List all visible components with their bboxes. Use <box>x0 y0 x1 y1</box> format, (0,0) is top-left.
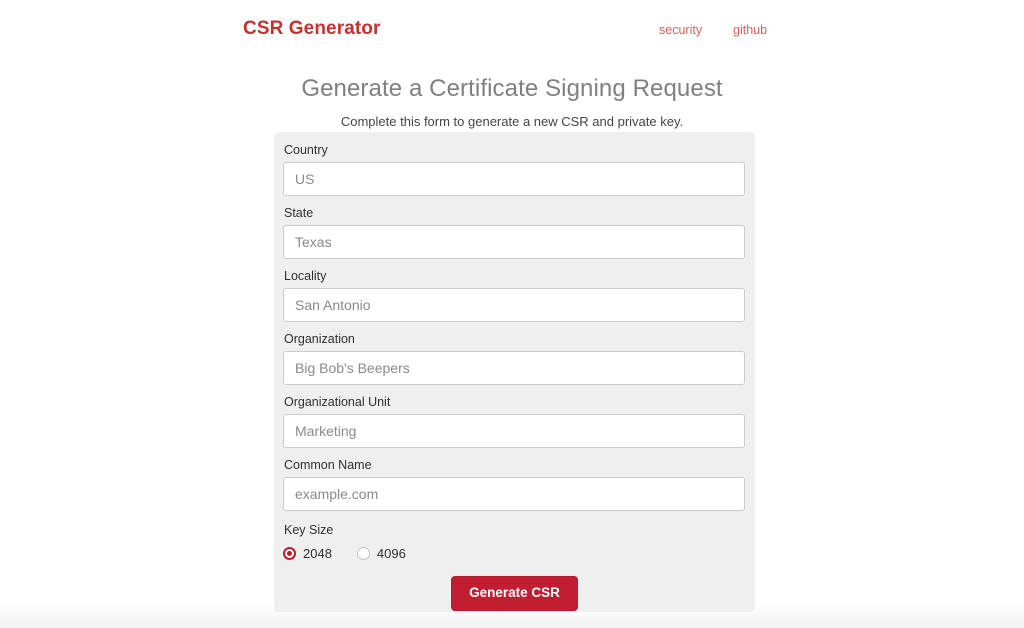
radio-selected-icon[interactable] <box>283 546 296 560</box>
nav-links: security github <box>645 22 845 42</box>
radio-key-size-2048[interactable]: 2048 <box>283 545 332 562</box>
radio-unselected-icon[interactable] <box>356 546 370 560</box>
radio-label-4096: 4096 <box>376 545 406 561</box>
input-common-name[interactable] <box>283 477 745 511</box>
label-locality: Locality <box>284 269 327 283</box>
field-group-organization: Organization <box>283 331 746 385</box>
label-country: Country <box>284 143 328 157</box>
label-state: State <box>284 206 314 220</box>
field-group-state: State <box>283 205 746 259</box>
input-locality[interactable] <box>283 288 745 322</box>
label-organization: Organization <box>284 332 355 346</box>
nav-link-security[interactable]: security <box>659 22 702 38</box>
navbar: CSR Generator security github <box>0 0 1024 58</box>
label-key-size: Key Size <box>284 523 334 537</box>
input-organizational-unit[interactable] <box>283 414 745 448</box>
submit-row: Generate CSR <box>283 576 746 611</box>
field-group-locality: Locality <box>283 268 746 322</box>
generate-csr-button[interactable]: Generate CSR <box>451 576 578 611</box>
brand-link[interactable]: CSR Generator <box>243 17 381 41</box>
label-common-name: Common Name <box>284 458 372 472</box>
nav-link-github[interactable]: github <box>733 22 767 38</box>
radio-key-size-4096[interactable]: 4096 <box>356 545 406 562</box>
input-country[interactable] <box>283 162 745 196</box>
radio-label-2048: 2048 <box>303 545 332 561</box>
page-header: Generate a Certificate Signing Request C… <box>0 58 1024 130</box>
field-group-country: Country <box>283 142 746 196</box>
input-state[interactable] <box>283 225 745 259</box>
key-size-radio-row: 2048 4096 <box>283 543 746 563</box>
page-title: Generate a Certificate Signing Request <box>301 75 723 102</box>
csr-form: Country State Locality Organization Orga… <box>274 132 755 612</box>
field-group-common-name: Common Name <box>283 457 746 511</box>
input-organization[interactable] <box>283 351 745 385</box>
page-subtitle: Complete this form to generate a new CSR… <box>340 114 684 129</box>
field-group-organizational-unit: Organizational Unit <box>283 394 746 448</box>
label-organizational-unit: Organizational Unit <box>284 395 391 409</box>
form-panel-wrapper: Country State Locality Organization Orga… <box>0 130 1024 620</box>
field-group-key-size: Key Size 2048 4096 <box>283 522 746 563</box>
